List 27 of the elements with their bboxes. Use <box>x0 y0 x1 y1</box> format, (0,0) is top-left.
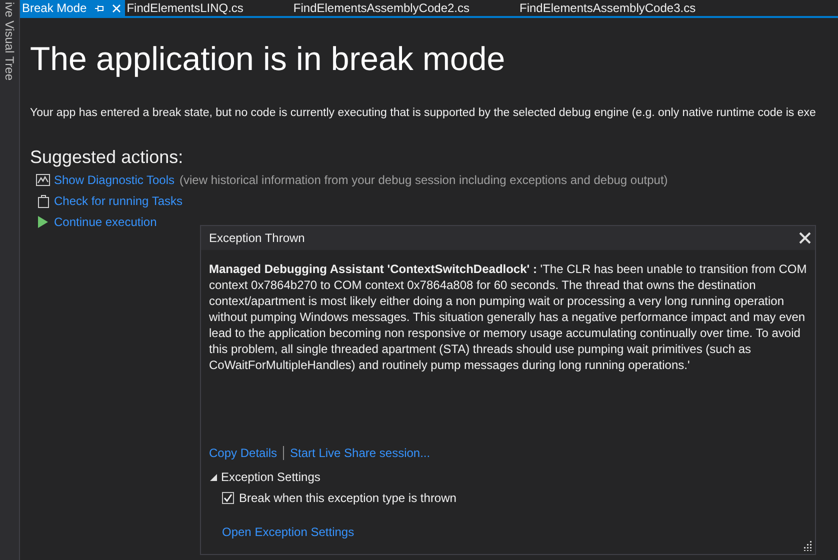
expand-toggle[interactable] <box>209 473 217 481</box>
action-link[interactable]: Show Diagnostic Tools <box>54 170 175 189</box>
exception-message: Managed Debugging Assistant 'ContextSwitchDeadlock' : 'The CLR has been unable to transition from COM context 0x7864b270 to COM context 0x7864a808 for 60 seconds. The thread that owns the destination context/apartment is most likely either doing a non pumping wait or processing a very long running operation without pumping Windows messages. This situation generally has a negative performance impact and may even lead to the application becoming non responsive or memory usage accumulating continually over time. To avoid this problem, all single threaded apartment (STA) threads should use pumping wait primitives (such as CoWaitForMultipleHandles) and routinely pump messages during long running operations.' <box>208 261 808 373</box>
action-link[interactable]: Continue execution <box>54 212 157 231</box>
pin-icon[interactable] <box>94 4 104 12</box>
chart-icon <box>36 174 50 186</box>
section-heading: Suggested actions: <box>30 148 184 166</box>
popup-link[interactable]: Copy Details <box>209 444 278 462</box>
editor-tab[interactable]: Break Mode <box>20 0 125 16</box>
play-icon <box>38 216 48 228</box>
description-text: Your app has entered a break state, but no code is currently executing that is supported by the selected debug engine (e.g. only native runtime code is exe <box>30 106 816 121</box>
close-icon[interactable] <box>799 232 811 244</box>
resize-grip-icon[interactable] <box>802 541 812 551</box>
editor-tab[interactable]: FindElementsLINQ.cs <box>124 0 292 16</box>
settings-heading: Exception Settings <box>221 469 320 486</box>
checkbox[interactable] <box>222 492 234 504</box>
page-heading: The application is in break mode <box>30 42 506 75</box>
side-panel[interactable]: ive Visual Tree <box>0 0 20 560</box>
checkbox-label: Break when this exception type is thrown <box>239 490 456 507</box>
action-note: (view historical information from your debug session including exceptions and debug output) <box>180 172 668 189</box>
editor-tab[interactable]: FindElementsAssemblyCode2.cs <box>291 0 518 16</box>
clipboard-icon <box>38 194 48 208</box>
settings-link[interactable]: Open Exception Settings <box>222 523 354 541</box>
editor-tab[interactable]: FindElementsAssemblyCode3.cs <box>518 0 744 16</box>
popup-link[interactable]: Start Live Share session... <box>290 444 430 462</box>
action-link[interactable]: Check for running Tasks <box>54 192 183 210</box>
popup-title: Exception Thrown <box>209 230 305 247</box>
